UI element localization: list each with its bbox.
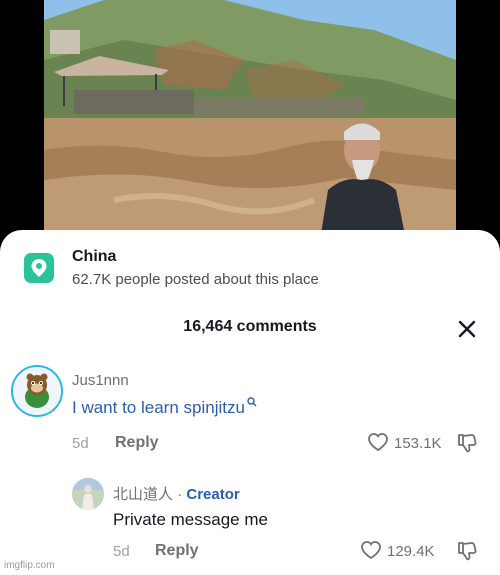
creator-avatar-image <box>72 478 104 510</box>
comment-date: 5d <box>113 543 130 560</box>
heart-icon <box>368 433 388 452</box>
comment-text: Private message me <box>113 510 268 529</box>
comment-text-content: I want to learn spinjitzu <box>72 398 245 417</box>
reply-comment-item: 北山道人 · Creator Private message me 5d Rep… <box>0 475 500 575</box>
place-name: China <box>72 248 117 265</box>
like-count: 129.4K <box>387 543 435 560</box>
comments-sheet: China 62.7K people posted about this pla… <box>0 230 500 575</box>
creator-badge: Creator <box>186 486 240 503</box>
reply-button[interactable]: Reply <box>115 434 159 452</box>
chipmunk-avatar <box>13 367 61 415</box>
heart-icon <box>361 541 381 560</box>
video-scene-illustration <box>44 0 456 240</box>
reply-button[interactable]: Reply <box>155 542 199 560</box>
dislike-button[interactable] <box>456 432 480 454</box>
video-frame <box>44 0 456 240</box>
video-player[interactable] <box>0 0 500 240</box>
user-avatar[interactable] <box>11 365 63 417</box>
thumbs-down-icon <box>458 434 477 453</box>
username-separator: · <box>177 486 183 503</box>
creator-username[interactable]: 北山道人 <box>113 486 173 503</box>
comment-username: 北山道人 · Creator <box>113 483 240 504</box>
like-button[interactable]: 129.4K <box>360 540 442 562</box>
location-pin-icon <box>24 253 54 283</box>
close-button[interactable] <box>454 316 480 342</box>
close-icon <box>458 320 476 338</box>
comment-username[interactable]: Jus1nnn <box>72 372 129 389</box>
like-button[interactable]: 153.1K <box>367 432 447 454</box>
comment-text: I want to learn spinjitzu <box>72 397 257 418</box>
like-count: 153.1K <box>394 435 442 452</box>
creator-avatar[interactable] <box>72 478 104 510</box>
comments-count-title: 16,464 comments <box>183 318 317 335</box>
comment-item: Jus1nnn I want to learn spinjitzu 5d Rep… <box>0 362 500 462</box>
comment-date: 5d <box>72 435 89 452</box>
thumbs-down-icon <box>458 542 477 561</box>
place-subtitle: 62.7K people posted about this place <box>72 271 319 288</box>
place-banner[interactable]: China 62.7K people posted about this pla… <box>24 248 476 292</box>
dislike-button[interactable] <box>456 540 480 562</box>
search-icon[interactable] <box>247 397 257 407</box>
watermark: imgflip.com <box>4 560 55 571</box>
